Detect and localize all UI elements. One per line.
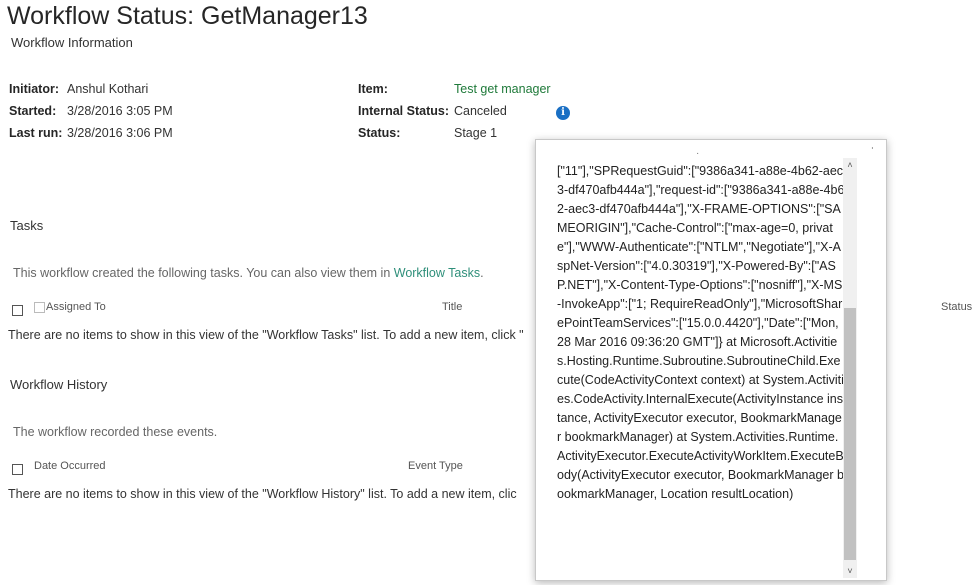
info-icon[interactable]: i (556, 106, 570, 120)
tasks-heading: Tasks (10, 218, 44, 233)
column-title[interactable]: Title (442, 301, 462, 313)
popup-close-icon[interactable]: ˙ (871, 145, 875, 159)
last-run-value: 3/28/2016 3:06 PM (67, 126, 173, 140)
history-select-all-checkbox[interactable] (12, 464, 23, 475)
column-date-occurred[interactable]: Date Occurred (34, 460, 106, 472)
internal-status-value: Canceled (454, 104, 507, 118)
tasks-row-checkbox-icon[interactable] (34, 302, 45, 313)
scroll-down-icon[interactable]: ˅ (843, 564, 857, 578)
tasks-select-all-checkbox[interactable] (12, 305, 23, 316)
tasks-empty-message: There are no items to show in this view … (8, 328, 524, 342)
internal-status-label: Internal Status: (358, 104, 449, 118)
history-description: The workflow recorded these events. (13, 425, 218, 439)
status-details-popup: · ["11"],"SPRequestGuid":["9386a341-a88e… (535, 139, 887, 581)
initiator-value: Anshul Kothari (67, 82, 149, 96)
popup-error-text: ["11"],"SPRequestGuid":["9386a341-a88e-4… (557, 164, 845, 501)
item-link[interactable]: Test get manager (454, 82, 551, 96)
page-title: Workflow Status: GetManager13 (7, 2, 368, 30)
popup-top-dot: · (696, 148, 700, 159)
item-label: Item: (358, 82, 388, 96)
workflow-history-heading: Workflow History (10, 377, 108, 392)
tasks-description-end: . (480, 266, 484, 280)
scroll-thumb[interactable] (844, 308, 856, 560)
tasks-description: This workflow created the following task… (13, 266, 484, 280)
column-event-type[interactable]: Event Type (408, 460, 463, 472)
last-run-label: Last run: (9, 126, 63, 140)
popup-scrollbar[interactable]: ˄ ˅ (843, 158, 857, 578)
scroll-up-icon[interactable]: ˄ (843, 158, 857, 172)
tasks-description-text: This workflow created the following task… (13, 266, 394, 280)
started-value: 3/28/2016 3:05 PM (67, 104, 173, 118)
status-value: Stage 1 (454, 126, 498, 140)
workflow-information-heading: Workflow Information (11, 35, 133, 50)
column-status[interactable]: Status (941, 301, 972, 313)
history-empty-message: There are no items to show in this view … (8, 487, 517, 501)
status-label: Status: (358, 126, 401, 140)
workflow-tasks-link[interactable]: Workflow Tasks (394, 266, 480, 280)
column-assigned-to[interactable]: Assigned To (46, 301, 106, 313)
started-label: Started: (9, 104, 57, 118)
initiator-label: Initiator: (9, 82, 59, 96)
